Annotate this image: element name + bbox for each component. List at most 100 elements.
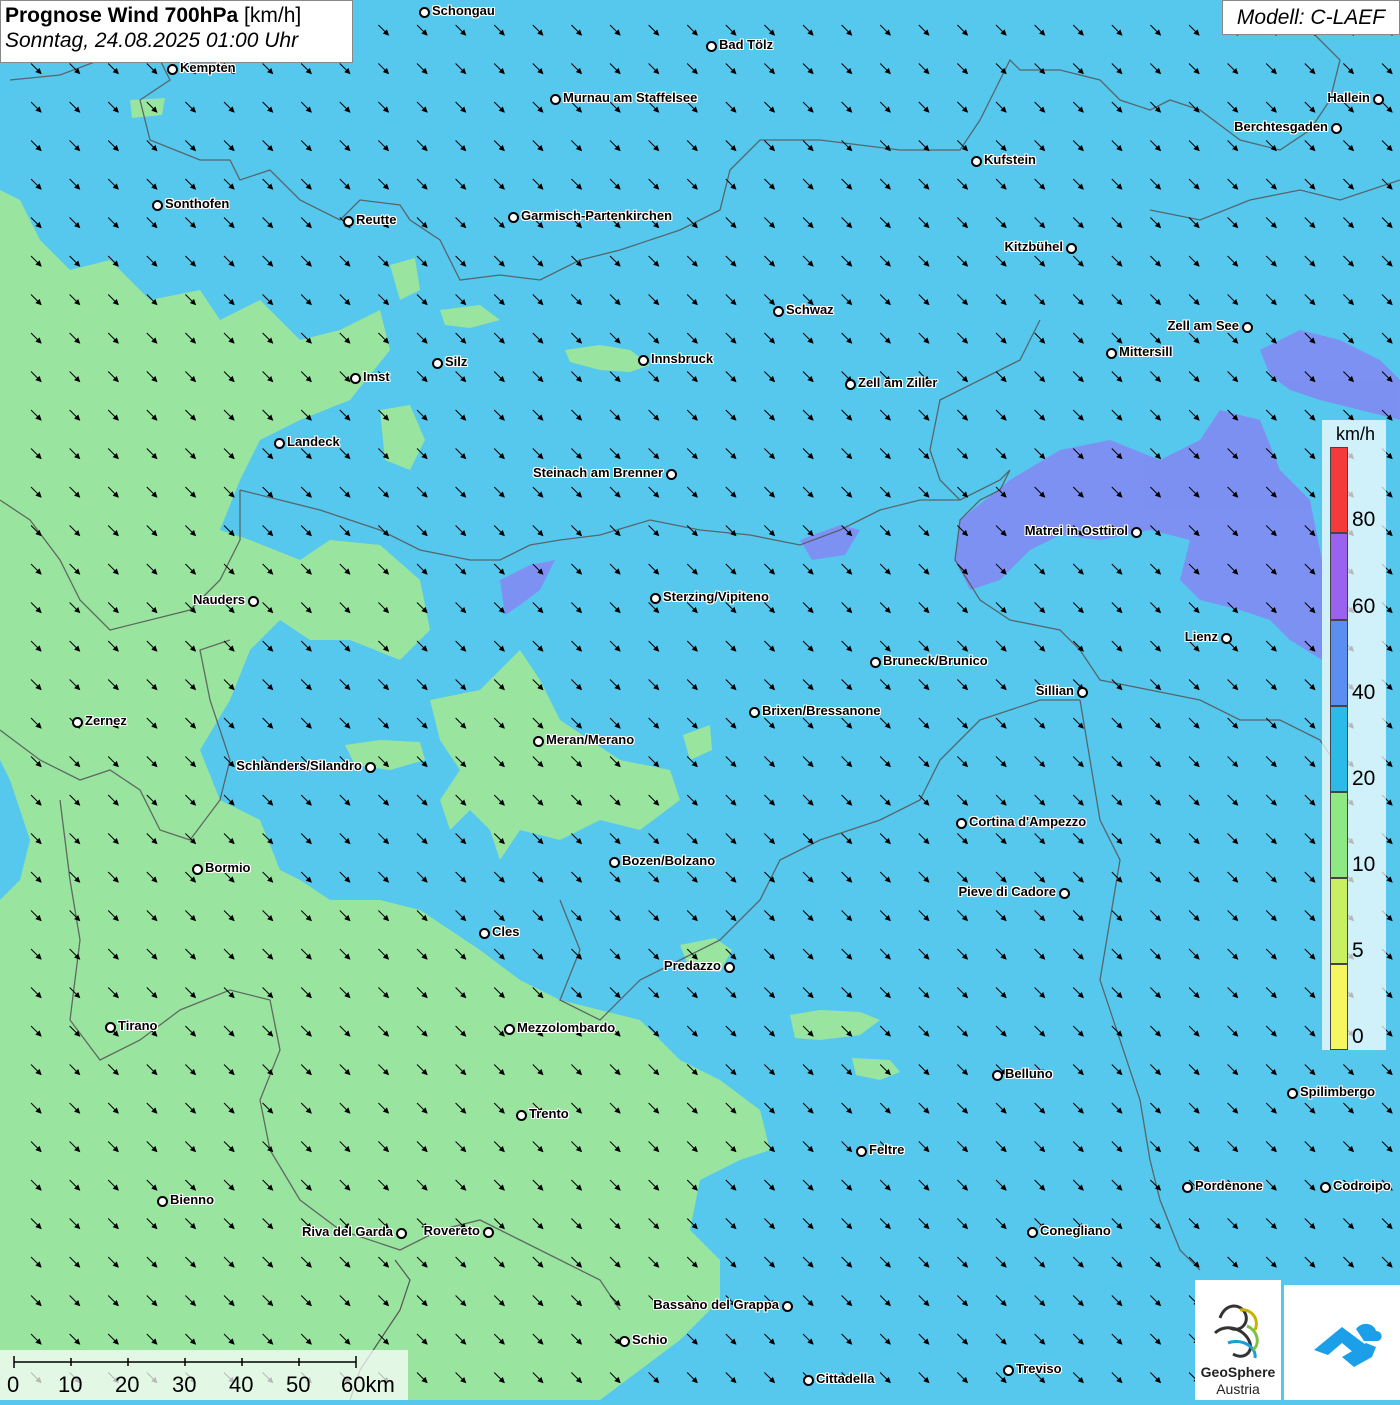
city-label: Sillian — [1035, 683, 1074, 698]
city-label: Imst — [363, 369, 390, 384]
city-marker — [1131, 527, 1142, 538]
city-label: Schio — [632, 1332, 668, 1347]
city-label: Zell am See — [1167, 318, 1239, 333]
scale-label-50: 50 — [286, 1372, 311, 1397]
city-marker — [749, 707, 760, 718]
city-label: Murnau am Staffelsee — [563, 90, 698, 105]
city-marker — [1003, 1365, 1014, 1376]
city-marker — [666, 469, 677, 480]
legend-label-60: 60 — [1352, 595, 1376, 618]
city-marker — [483, 1227, 494, 1238]
color-legend: km/h 80 60 40 20 10 5 0 — [1322, 420, 1386, 1050]
city-label: Reutte — [356, 212, 397, 227]
city-label: Hallein — [1327, 90, 1370, 105]
city-label: Pordenone — [1195, 1178, 1263, 1193]
city-label: Spilimbergo — [1300, 1084, 1376, 1099]
city-label: Rovereto — [423, 1223, 480, 1238]
city-marker — [971, 156, 982, 167]
geosphere-logo-line2: Austria — [1216, 1381, 1260, 1397]
city-label: Tirano — [118, 1018, 158, 1033]
city-marker — [105, 1022, 116, 1033]
city-marker — [1106, 348, 1117, 359]
city-marker — [248, 596, 259, 607]
scale-label-10: 10 — [58, 1372, 83, 1397]
city-label: Bassano del Grappa — [653, 1297, 779, 1312]
city-marker — [619, 1336, 630, 1347]
city-label: Zernez — [85, 713, 127, 728]
city-marker — [724, 962, 735, 973]
city-marker — [706, 41, 717, 52]
city-marker — [1331, 123, 1342, 134]
city-label: Matrei in Osttirol — [1024, 523, 1128, 538]
city-marker — [870, 657, 881, 668]
legend-label-5: 5 — [1352, 939, 1364, 962]
city-label: Bozen/Bolzano — [622, 853, 716, 868]
city-marker — [533, 736, 544, 747]
city-label: Silz — [445, 354, 468, 369]
city-label: Predazzo — [663, 958, 721, 973]
city-label: Bienno — [170, 1192, 215, 1207]
city-marker — [638, 355, 649, 366]
legend-label-40: 40 — [1352, 681, 1376, 704]
city-marker — [845, 379, 856, 390]
city-marker — [1182, 1182, 1193, 1193]
city-marker — [550, 94, 561, 105]
city-label: Cittadella — [816, 1371, 875, 1386]
city-marker — [1320, 1182, 1331, 1193]
geosphere-emblem-icon — [1213, 1304, 1259, 1359]
city-marker — [192, 864, 203, 875]
city-label: Bad Tölz — [719, 37, 774, 52]
legend-bar-0-5 — [1330, 964, 1348, 1050]
city-marker — [1373, 94, 1384, 105]
legend-bar-40-60 — [1330, 620, 1348, 706]
city-marker — [157, 1196, 168, 1207]
city-marker — [1221, 633, 1232, 644]
city-label: Conegliano — [1040, 1223, 1111, 1238]
city-label: Lienz — [1184, 629, 1218, 644]
cloud-arrow-icon — [1314, 1323, 1382, 1367]
city-label: Garmisch-Partenkirchen — [521, 208, 673, 223]
city-label: Cles — [492, 924, 520, 939]
legend-bar-20-40 — [1330, 706, 1348, 792]
legend-label-10: 10 — [1352, 853, 1376, 876]
scale-label-40: 40 — [229, 1372, 254, 1397]
city-marker — [504, 1024, 515, 1035]
city-label: Kempten — [180, 60, 236, 75]
city-label: Meran/Merano — [546, 732, 635, 747]
city-marker — [516, 1110, 527, 1121]
city-label: Treviso — [1016, 1361, 1062, 1376]
city-label: Schongau — [432, 3, 495, 18]
legend-label-0: 0 — [1352, 1025, 1364, 1048]
legend-label-80: 80 — [1352, 508, 1376, 531]
city-marker — [992, 1070, 1003, 1081]
city-label: Bormio — [205, 860, 251, 875]
city-marker — [72, 717, 83, 728]
scale-label-0: 0 — [7, 1372, 20, 1397]
weather-app-logo — [1284, 1285, 1400, 1400]
city-label: Kitzbühel — [1004, 239, 1064, 254]
title-unit: [km/h] — [238, 4, 302, 27]
map-title: Prognose Wind 700hPa [km/h] — [5, 4, 348, 28]
legend-bar-5-10 — [1330, 878, 1348, 964]
city-marker — [782, 1301, 793, 1312]
scale-label-30: 30 — [172, 1372, 197, 1397]
legend-unit: km/h — [1336, 424, 1376, 444]
city-marker — [396, 1228, 407, 1239]
city-marker — [773, 306, 784, 317]
legend-bar-60-80 — [1330, 533, 1348, 620]
city-label: Zell am Ziller — [858, 375, 938, 390]
city-label: Schlanders/Silandro — [236, 758, 362, 773]
city-marker — [1059, 888, 1070, 899]
legend-bar-10-20 — [1330, 792, 1348, 878]
city-marker — [650, 593, 661, 604]
city-marker — [1242, 322, 1253, 333]
city-label: Mittersill — [1119, 344, 1173, 359]
city-marker — [432, 358, 443, 369]
city-label: Berchtesgaden — [1234, 119, 1328, 134]
city-label: Codroipo — [1333, 1178, 1391, 1193]
city-label: Steinach am Brenner — [532, 465, 663, 480]
city-marker — [1066, 243, 1077, 254]
scale-bar: 0 10 20 30 40 50 60km — [0, 1350, 408, 1400]
city-label: Sonthofen — [165, 196, 230, 211]
city-label: Trento — [529, 1106, 569, 1121]
